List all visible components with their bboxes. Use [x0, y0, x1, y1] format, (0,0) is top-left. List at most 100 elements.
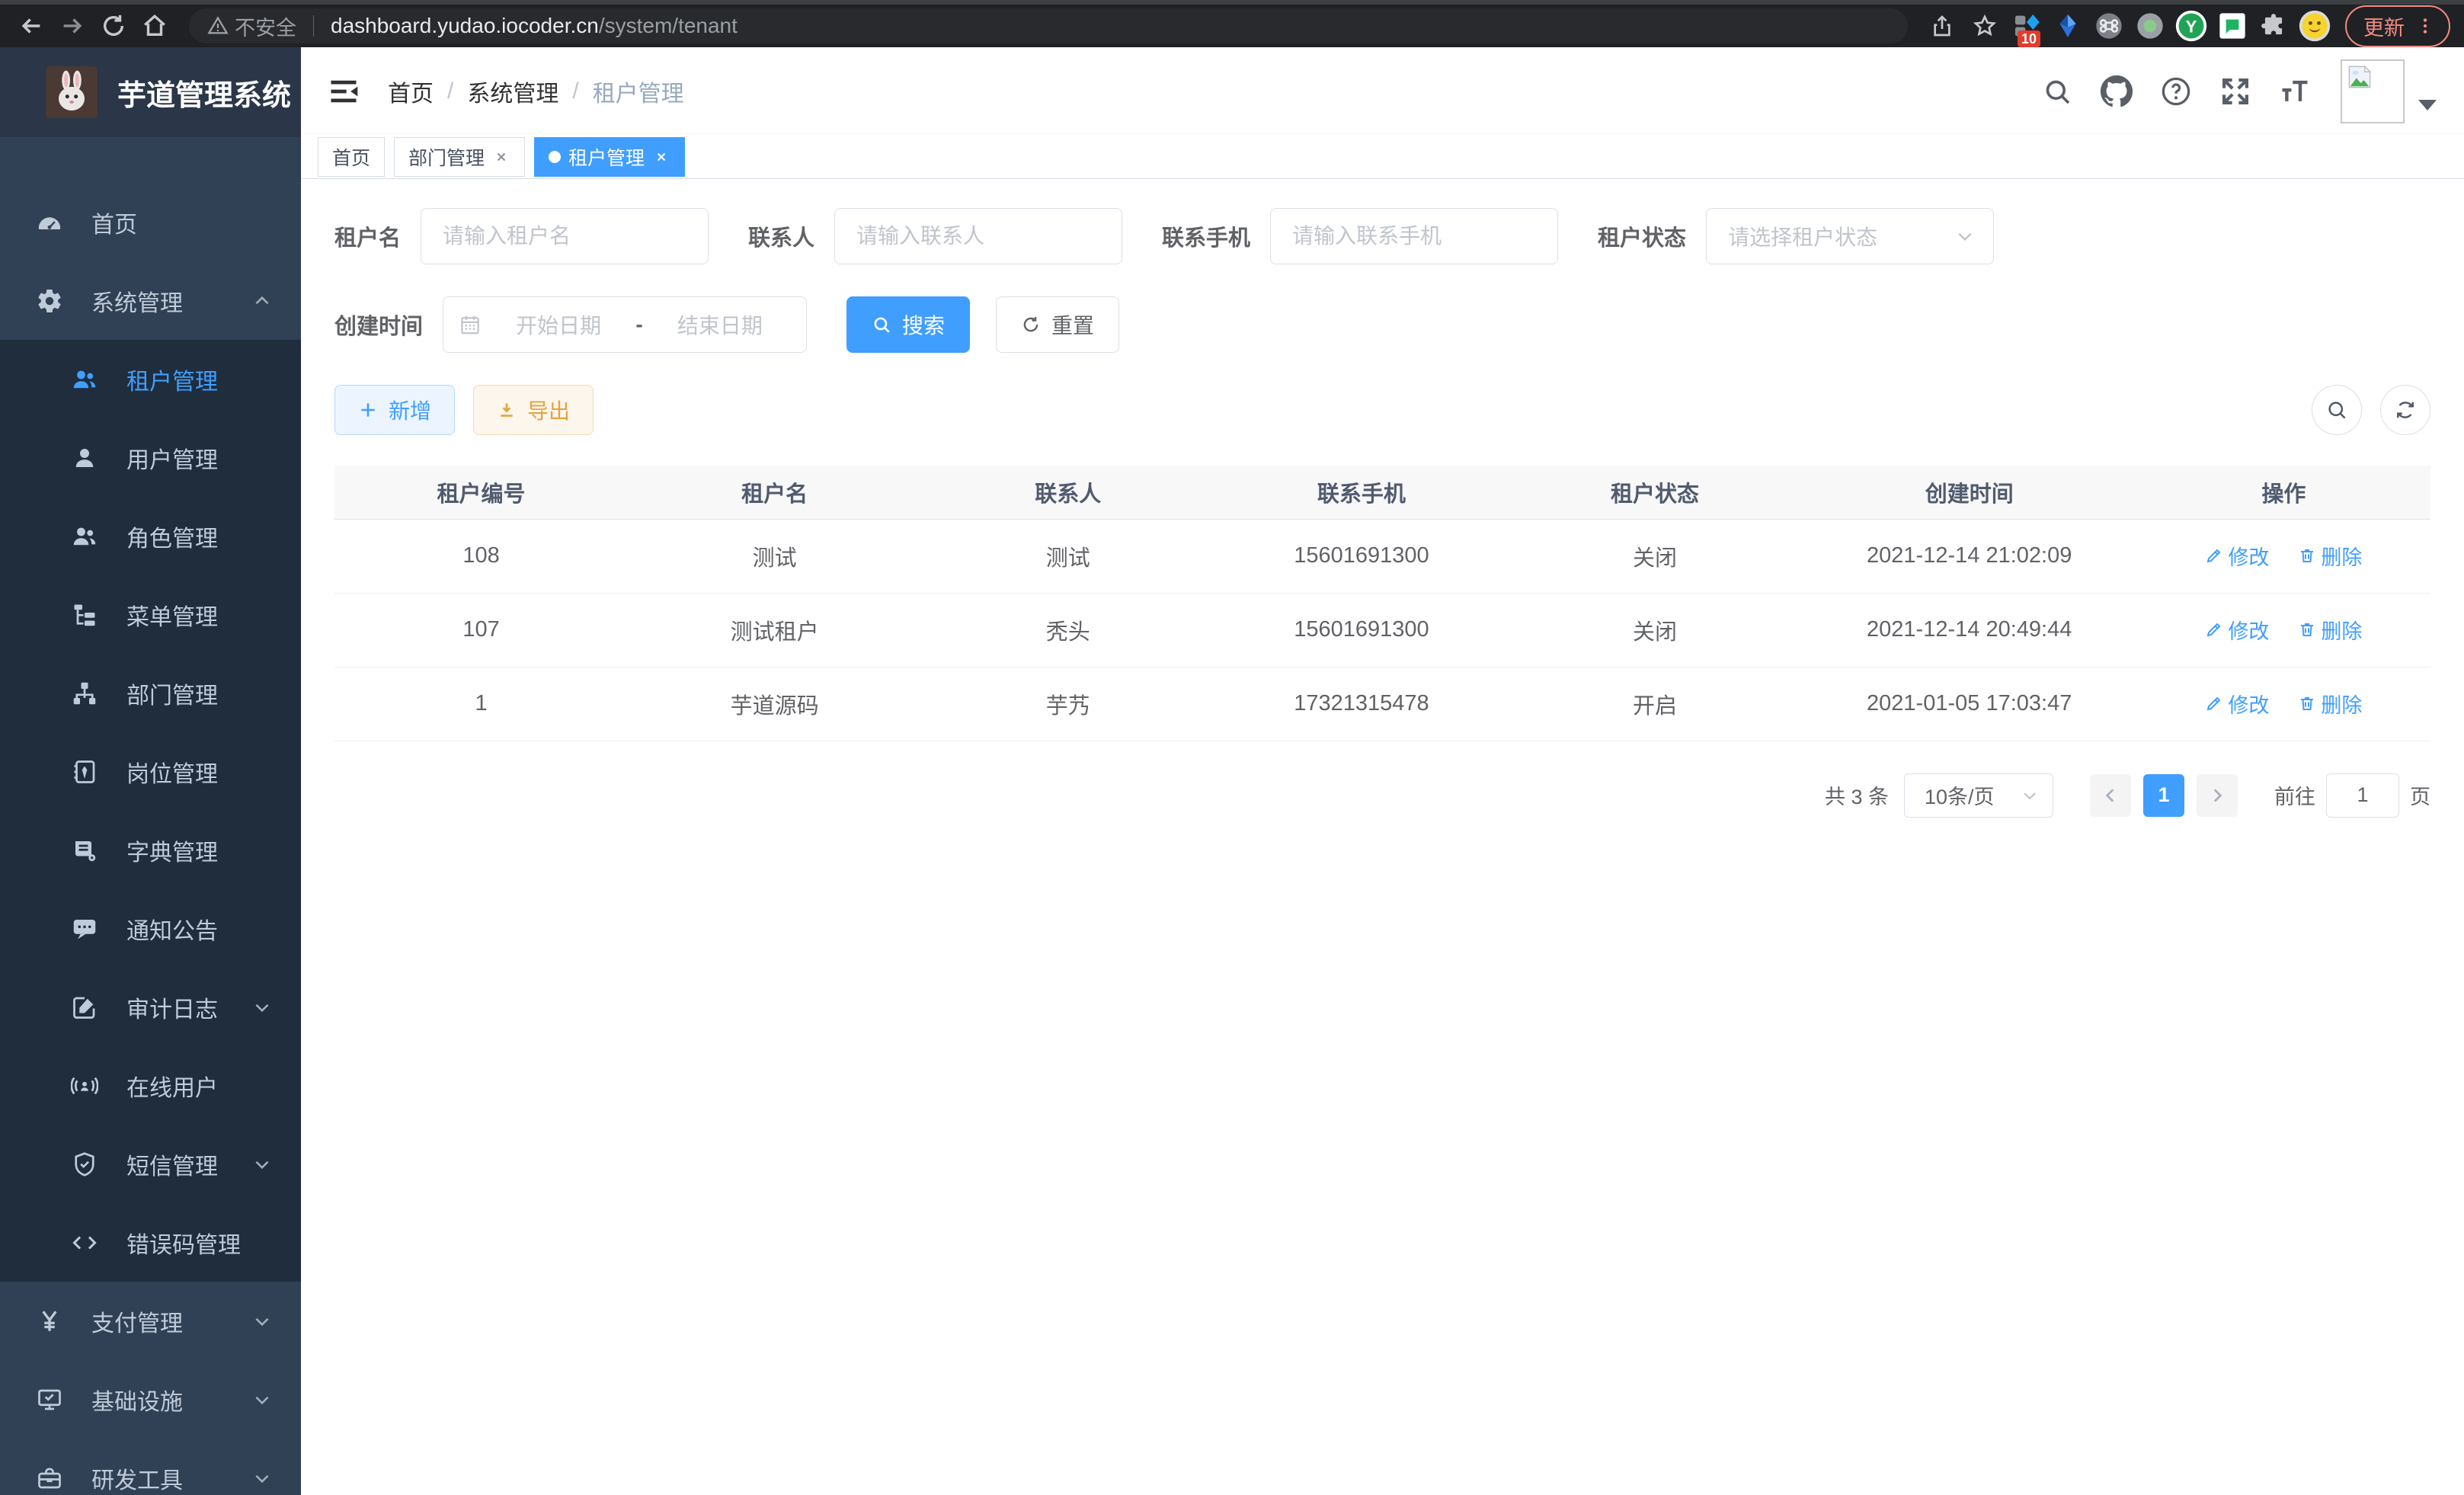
edit-pen-icon [2205, 546, 2223, 565]
reset-button[interactable]: 重置 [996, 296, 1119, 353]
browser-chrome: 不安全 dashboard.yudao.iocoder.cn/system/te… [0, 0, 2464, 47]
update-label: 更新 [2363, 11, 2405, 41]
refresh-table-button[interactable] [2380, 385, 2430, 435]
goto-page-input[interactable] [2326, 773, 2399, 818]
refresh-icon [1021, 315, 1041, 335]
sidebar-item-label: 短信管理 [126, 1148, 218, 1181]
badge-icon [70, 757, 99, 786]
edit-label: 修改 [2228, 689, 2269, 719]
mobile-label: 联系手机 [1162, 220, 1250, 252]
edit-label: 修改 [2228, 615, 2269, 645]
date-range-picker[interactable]: 开始日期 - 结束日期 [443, 296, 807, 353]
tag-label: 部门管理 [408, 143, 485, 171]
status-label: 租户状态 [1598, 220, 1686, 252]
table-row: 107 测试租户 秃头 15601691300 关闭 2021-12-14 20… [334, 593, 2430, 667]
filter-row-2: 创建时间 开始日期 - 结束日期 搜索 重置 [334, 296, 2430, 353]
forward-icon[interactable] [55, 8, 90, 43]
tag-label: 首页 [332, 143, 370, 171]
sidebar-toggle-hamburger-icon[interactable] [325, 73, 362, 110]
close-icon[interactable] [652, 148, 670, 166]
reload-icon[interactable] [96, 8, 131, 43]
start-date-placeholder: 开始日期 [488, 309, 629, 340]
sidebar-item-devtools[interactable]: 研发工具 [0, 1439, 301, 1495]
font-size-icon[interactable] [2275, 72, 2315, 111]
extension-command-icon[interactable] [2092, 9, 2126, 43]
sidebar-item-label: 错误码管理 [126, 1226, 241, 1260]
mobile-input[interactable] [1270, 208, 1558, 264]
sidebar-item-system[interactable]: 系统管理 [0, 261, 301, 340]
help-icon[interactable] [2156, 72, 2196, 111]
share-icon[interactable] [1925, 8, 1960, 43]
edit-button[interactable]: 修改 [2205, 541, 2269, 571]
next-page-button[interactable] [2197, 774, 2238, 817]
page-size-select[interactable]: 10条/页 [1904, 773, 2053, 818]
sidebar-item-home[interactable]: 首页 [0, 183, 301, 261]
sidebar-menu: 首页 系统管理 租户管理 用户管理 角色管理 [0, 137, 301, 1495]
profile-avatar-icon[interactable] [2298, 9, 2331, 43]
breadcrumb-home[interactable]: 首页 [388, 75, 434, 108]
extension-green-dot-icon[interactable] [2133, 9, 2167, 43]
sidebar-item-user[interactable]: 用户管理 [0, 418, 301, 497]
org-tree-icon [70, 679, 99, 708]
sidebar-item-sms[interactable]: 短信管理 [0, 1125, 301, 1203]
extension-chat-icon[interactable] [2216, 9, 2249, 43]
contact-input[interactable] [834, 208, 1122, 264]
col-tenant-name: 租户名 [628, 466, 921, 519]
add-button[interactable]: 新增 [334, 385, 455, 435]
sidebar-item-infra[interactable]: 基础设施 [0, 1360, 301, 1439]
extension-y-icon[interactable]: Y [2174, 9, 2208, 43]
cell-created: 2021-01-05 17:03:47 [1802, 667, 2137, 741]
status-select[interactable]: 请选择租户状态 [1706, 208, 1994, 264]
sidebar-item-post[interactable]: 岗位管理 [0, 732, 301, 811]
sidebar-item-menu-mgmt[interactable]: 菜单管理 [0, 575, 301, 654]
sidebar-item-errcode[interactable]: 错误码管理 [0, 1203, 301, 1282]
tag-home[interactable]: 首页 [318, 137, 385, 177]
bookmark-star-icon[interactable] [1967, 8, 2002, 43]
back-icon[interactable] [14, 8, 49, 43]
create-time-label: 创建时间 [334, 309, 423, 341]
delete-button[interactable]: 删除 [2298, 689, 2362, 719]
sidebar-item-online[interactable]: 在线用户 [0, 1046, 301, 1125]
fullscreen-icon[interactable] [2216, 72, 2255, 111]
extension-grid-diamond-icon[interactable]: 10 [2010, 9, 2043, 43]
prev-page-button[interactable] [2090, 774, 2131, 817]
sidebar-item-pay[interactable]: 支付管理 [0, 1282, 301, 1360]
breadcrumb-separator: / [572, 78, 578, 104]
extension-kite-icon[interactable] [2051, 9, 2085, 43]
toggle-search-button[interactable] [2312, 385, 2362, 435]
sidebar-item-label: 研发工具 [91, 1461, 183, 1495]
sidebar-item-dept[interactable]: 部门管理 [0, 654, 301, 732]
browser-update-button[interactable]: 更新 [2345, 5, 2450, 47]
export-button[interactable]: 导出 [473, 385, 594, 435]
close-icon[interactable] [492, 148, 510, 166]
address-bar[interactable]: 不安全 dashboard.yudao.iocoder.cn/system/te… [189, 8, 1908, 43]
sidebar-item-audit[interactable]: 审计日志 [0, 968, 301, 1046]
logo-row[interactable]: 芋道管理系统 [0, 47, 301, 137]
extensions-puzzle-icon[interactable] [2257, 9, 2290, 43]
tenant-name-input[interactable] [421, 208, 709, 264]
search-icon[interactable] [2037, 72, 2077, 111]
tag-tenant[interactable]: 租户管理 [534, 137, 685, 177]
search-button[interactable]: 搜索 [846, 296, 970, 353]
kebab-menu-icon [2415, 16, 2435, 36]
tag-dept[interactable]: 部门管理 [394, 137, 525, 177]
delete-button[interactable]: 删除 [2298, 541, 2362, 571]
edit-button[interactable]: 修改 [2205, 615, 2269, 645]
edit-button[interactable]: 修改 [2205, 689, 2269, 719]
avatar-caret-icon[interactable] [2418, 100, 2437, 110]
sidebar-item-dict[interactable]: 字典管理 [0, 811, 301, 889]
sidebar-item-role[interactable]: 角色管理 [0, 497, 301, 575]
cell-tenant-id: 1 [334, 667, 628, 741]
page-1-button[interactable]: 1 [2143, 774, 2184, 817]
cell-mobile: 17321315478 [1214, 667, 1508, 741]
sidebar-item-notice[interactable]: 通知公告 [0, 889, 301, 968]
sidebar-item-tenant[interactable]: 租户管理 [0, 340, 301, 418]
users-icon [70, 365, 99, 394]
avatar[interactable] [2341, 59, 2405, 123]
breadcrumb-system[interactable]: 系统管理 [467, 75, 558, 108]
delete-button[interactable]: 删除 [2298, 615, 2362, 645]
security-warning[interactable]: 不安全 [207, 11, 296, 41]
home-icon[interactable] [137, 8, 172, 43]
github-icon[interactable] [2097, 72, 2136, 111]
breadcrumb: 首页 / 系统管理 / 租户管理 [388, 75, 684, 108]
